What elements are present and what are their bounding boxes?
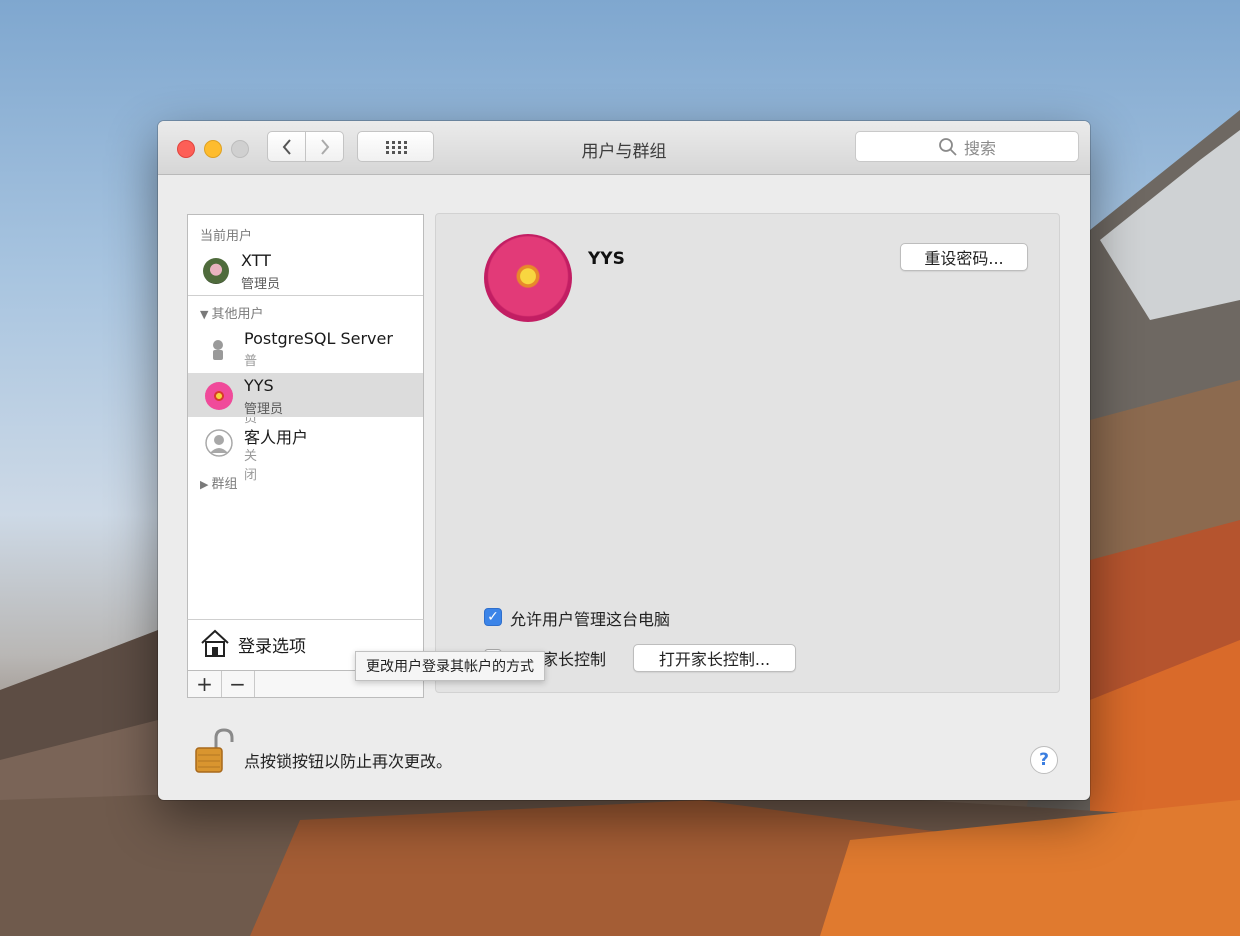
groups-header-label: 群组 <box>211 477 238 492</box>
disclosure-open-icon: ▼ <box>200 308 209 321</box>
user-name: XTT <box>241 251 271 270</box>
help-button[interactable]: ? <box>1030 746 1058 774</box>
remove-user-button[interactable]: − <box>221 671 255 697</box>
user-role: 普通成员 <box>244 354 258 426</box>
other-users-header[interactable]: ▼ 其他用户 <box>200 303 263 322</box>
other-users-header-label: 其他用户 <box>211 307 264 322</box>
large-flower-avatar[interactable] <box>484 234 572 322</box>
unlocked-padlock-icon[interactable] <box>194 728 234 774</box>
flower-avatar <box>205 382 233 410</box>
user-name: PostgreSQL Server <box>244 329 393 348</box>
user-detail-pane: YYS 重设密码... ✓ 允许用户管理这台电脑 启用家长控制 打开家长控制..… <box>435 213 1060 693</box>
users-groups-window: 用户与群组 搜索 当前用户 XTT 管理员 ▼ 其他用户 PostgreSQL S <box>158 121 1090 800</box>
reset-password-button[interactable]: 重设密码... <box>900 243 1028 271</box>
user-role: 关闭 <box>244 449 258 483</box>
generic-user-icon <box>213 340 223 360</box>
tooltip: 更改用户登录其帐户的方式 <box>355 651 545 681</box>
search-placeholder: 搜索 <box>963 138 996 158</box>
house-icon <box>201 629 229 657</box>
groups-header[interactable]: ▶ 群组 <box>200 473 237 492</box>
add-user-button[interactable]: + <box>188 671 222 697</box>
search-field[interactable]: 搜索 <box>855 131 1079 162</box>
user-role: 管理员 <box>241 277 281 292</box>
lock-hint-text: 点按锁按钮以防止再次更改。 <box>244 752 453 771</box>
current-users-header: 当前用户 <box>200 229 253 244</box>
guest-user-icon <box>205 429 233 457</box>
divider <box>188 295 423 296</box>
selected-user-name: YYS <box>588 249 625 269</box>
login-options-label: 登录选项 <box>238 637 306 657</box>
disclosure-closed-icon: ▶ <box>200 478 209 491</box>
allow-admin-checkbox[interactable]: ✓ <box>484 608 502 626</box>
user-name: YYS <box>244 376 274 395</box>
search-icon <box>939 137 957 156</box>
allow-admin-label: 允许用户管理这台电脑 <box>510 610 671 629</box>
open-parental-controls-button[interactable]: 打开家长控制... <box>633 644 796 672</box>
avatar <box>203 258 229 284</box>
user-role: 管理员 <box>244 402 284 417</box>
titlebar: 用户与群组 搜索 <box>158 121 1090 175</box>
